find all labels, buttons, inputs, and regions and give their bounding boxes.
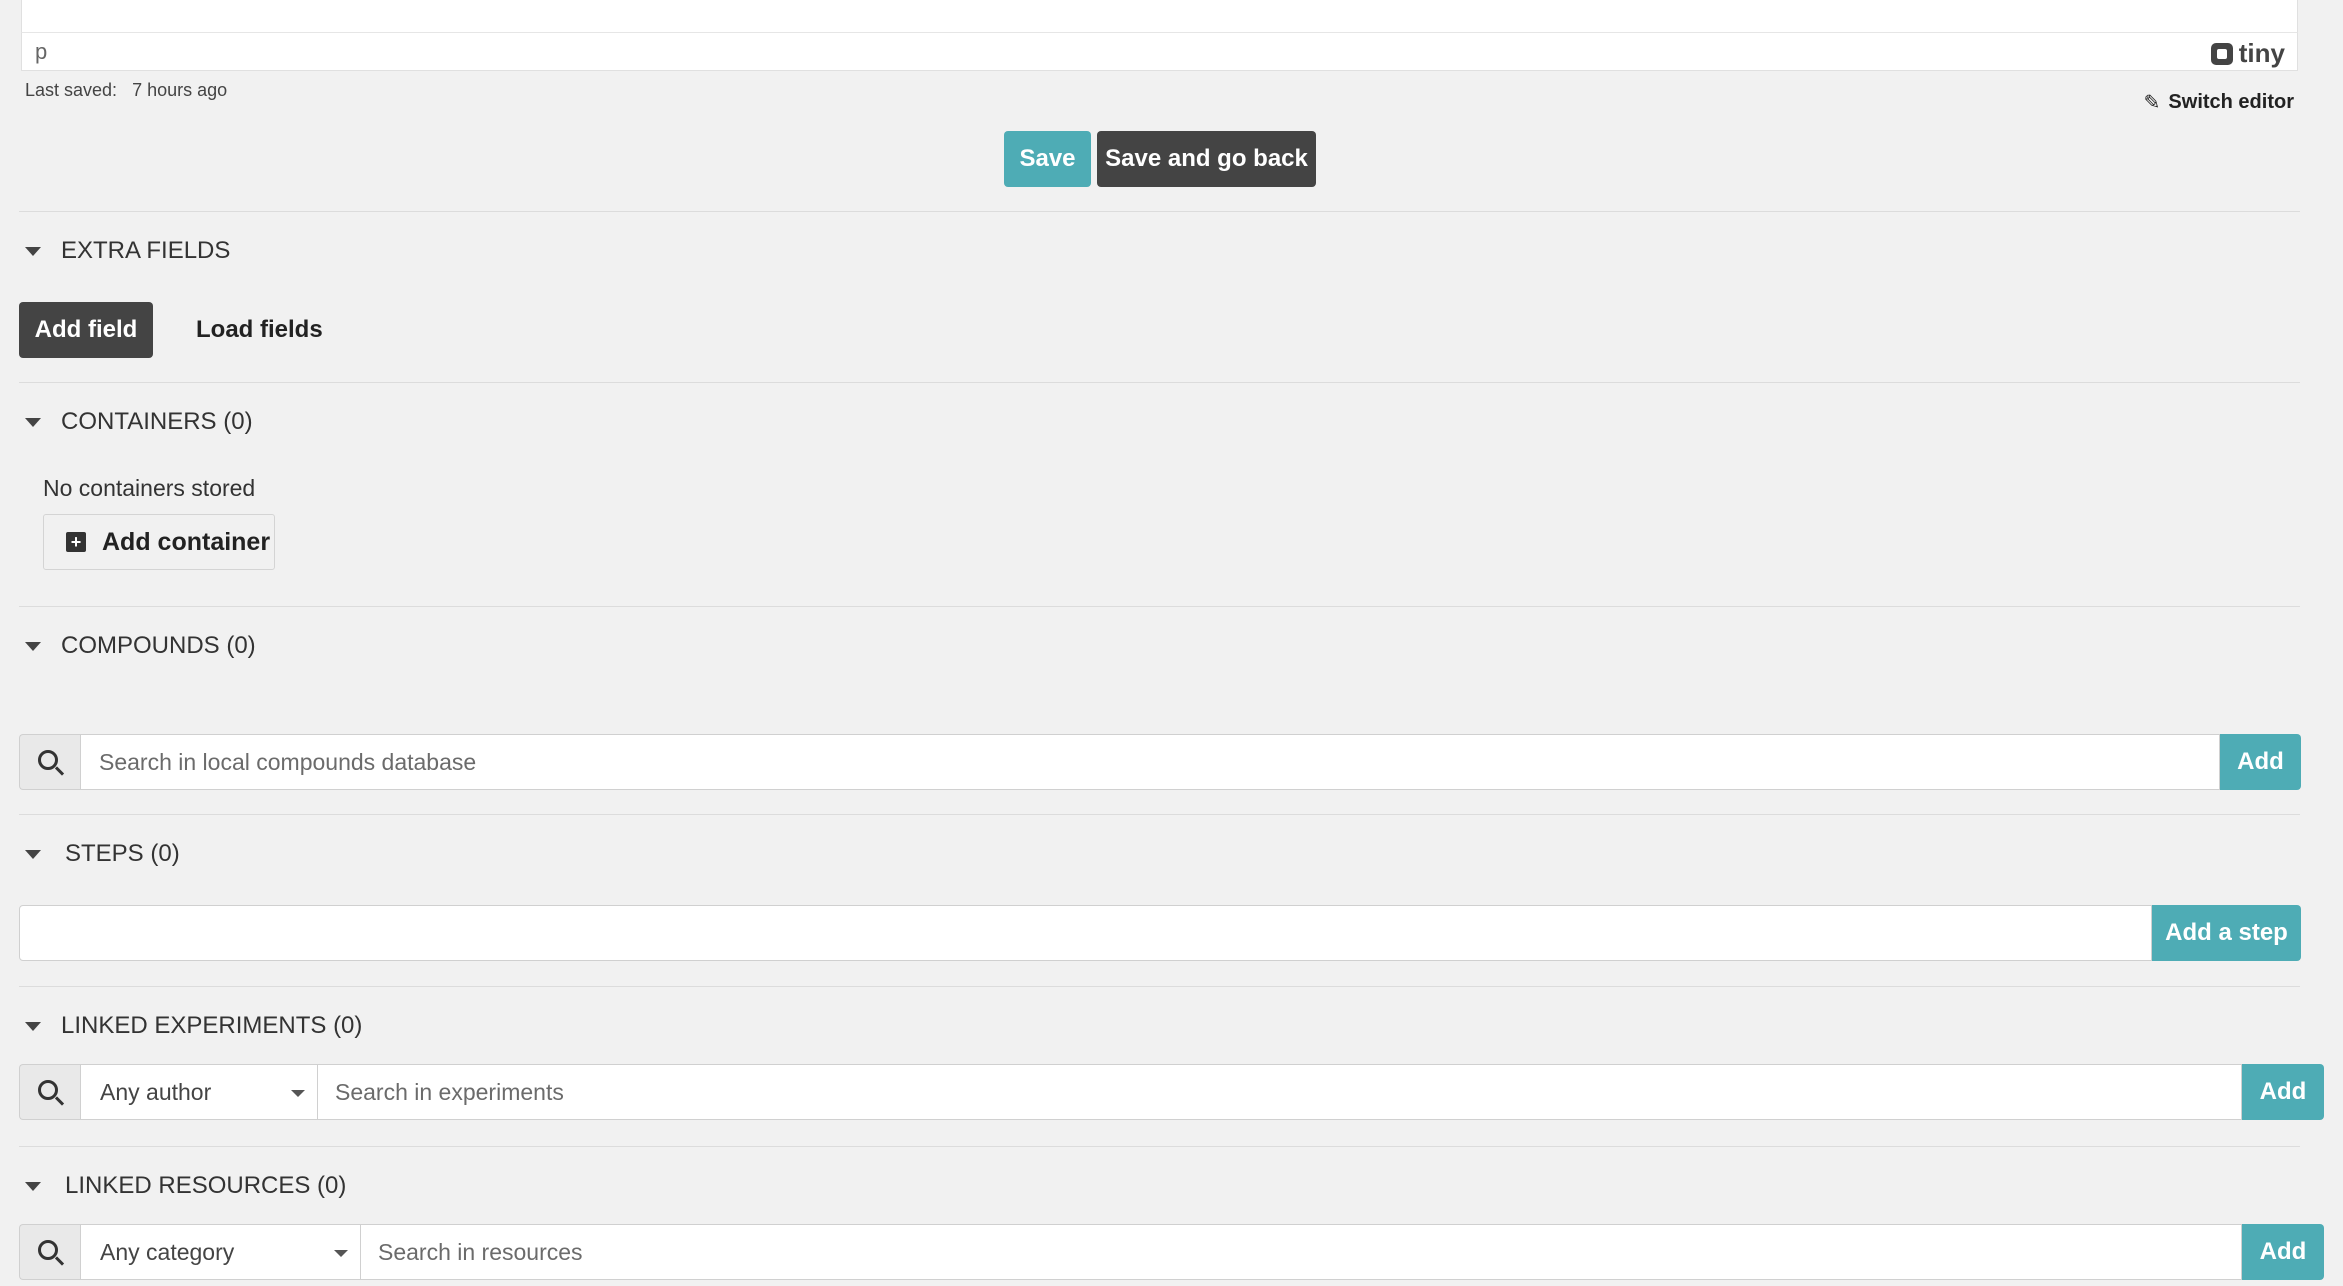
last-saved-label: Last saved:	[25, 80, 118, 100]
linked-experiments-search-group: Any author Add	[19, 1064, 2324, 1120]
divider	[19, 1146, 2300, 1147]
dropdown-arrow-icon	[291, 1090, 305, 1097]
category-select[interactable]: Any category	[80, 1224, 360, 1280]
search-icon-addon	[19, 1224, 80, 1280]
divider	[19, 814, 2300, 815]
experiments-search-input[interactable]	[317, 1064, 2242, 1120]
divider	[19, 606, 2300, 607]
linked-resources-title: LINKED RESOURCES (0)	[65, 1172, 347, 1199]
caret-down-icon	[25, 1021, 41, 1031]
dropdown-arrow-icon	[334, 1250, 348, 1257]
tiny-brand-label: tiny	[2238, 38, 2285, 68]
load-fields-button[interactable]: Load fields	[196, 316, 323, 344]
caret-down-icon	[25, 641, 41, 651]
add-field-button[interactable]: Add field	[19, 302, 153, 358]
compounds-search-input[interactable]	[80, 734, 2220, 790]
add-container-label: Add container	[102, 527, 271, 556]
caret-down-icon	[25, 1181, 41, 1191]
divider	[19, 211, 2300, 212]
last-saved-value: 7 hours ago	[132, 80, 228, 100]
switch-editor-link[interactable]: ✎ Switch editor	[2144, 90, 2294, 115]
editor-content-area[interactable]	[21, 0, 2298, 33]
linked-resources-add-button[interactable]: Add	[2242, 1224, 2324, 1280]
switch-editor-label: Switch editor	[2168, 91, 2294, 113]
author-select[interactable]: Any author	[80, 1064, 317, 1120]
containers-toggle[interactable]: CONTAINERS (0)	[25, 408, 253, 436]
compounds-add-button[interactable]: Add	[2220, 734, 2301, 790]
author-select-value: Any author	[100, 1078, 212, 1105]
divider	[19, 986, 2300, 987]
compounds-toggle[interactable]: COMPOUNDS (0)	[25, 632, 256, 660]
divider	[19, 382, 2300, 383]
linked-experiments-toggle[interactable]: LINKED EXPERIMENTS (0)	[25, 1012, 362, 1040]
steps-toggle[interactable]: STEPS (0)	[25, 840, 180, 868]
category-select-value: Any category	[100, 1238, 235, 1265]
caret-down-icon	[25, 417, 41, 427]
linked-experiments-title: LINKED EXPERIMENTS (0)	[61, 1012, 363, 1039]
search-icon	[38, 1080, 58, 1100]
no-containers-text: No containers stored	[43, 475, 256, 501]
containers-title: CONTAINERS (0)	[61, 408, 253, 435]
caret-down-icon	[25, 849, 41, 859]
last-saved-info: Last saved: 7 hours ago	[25, 80, 227, 101]
search-icon-addon	[19, 734, 80, 790]
resources-search-input[interactable]	[360, 1224, 2242, 1280]
search-icon	[38, 1240, 58, 1260]
plus-square-icon: +	[66, 532, 86, 552]
caret-down-icon	[25, 246, 41, 256]
step-input[interactable]	[19, 905, 2152, 961]
editor-statusbar: p tiny	[21, 33, 2298, 71]
extra-fields-title: EXTRA FIELDS	[61, 237, 231, 264]
extra-fields-toggle[interactable]: EXTRA FIELDS	[25, 237, 230, 265]
save-and-go-back-button[interactable]: Save and go back	[1097, 131, 1316, 187]
steps-input-group: Add a step	[19, 905, 2301, 961]
add-step-button[interactable]: Add a step	[2152, 905, 2301, 961]
save-button[interactable]: Save	[1004, 131, 1091, 187]
compounds-title: COMPOUNDS (0)	[61, 632, 256, 659]
compounds-search-group: Add	[19, 734, 2301, 790]
search-icon	[38, 750, 58, 770]
search-icon-addon	[19, 1064, 80, 1120]
pencil-icon: ✎	[2143, 92, 2161, 114]
linked-resources-search-group: Any category Add	[19, 1224, 2324, 1280]
steps-title: STEPS (0)	[65, 840, 180, 867]
tiny-brand[interactable]: tiny	[2210, 38, 2285, 69]
linked-resources-toggle[interactable]: LINKED RESOURCES (0)	[25, 1172, 346, 1200]
add-container-button[interactable]: + Add container	[43, 514, 275, 570]
linked-experiments-add-button[interactable]: Add	[2242, 1064, 2324, 1120]
element-path[interactable]: p	[35, 39, 47, 65]
tiny-logo-icon	[2210, 42, 2233, 65]
